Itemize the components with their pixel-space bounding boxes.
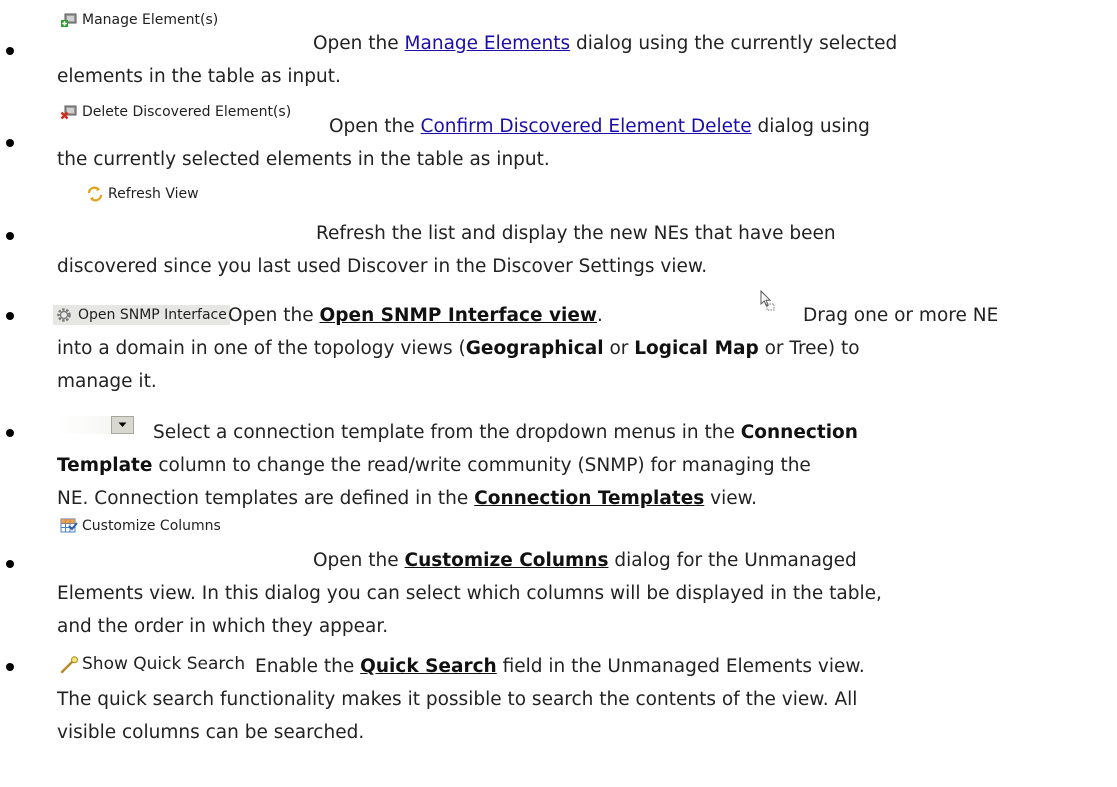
connection-term: Connection	[740, 422, 858, 443]
refresh-view-button[interactable]: Refresh View	[83, 184, 202, 204]
show-quick-search-button[interactable]: Show Quick Search	[57, 654, 248, 674]
show-quick-search-button-label: Show Quick Search	[82, 654, 246, 674]
text: Enable the	[255, 656, 361, 677]
gear-icon	[56, 307, 74, 323]
text: Drag one or more NE	[803, 305, 999, 326]
drag-cursor-icon	[759, 289, 777, 323]
dropdown-arrow-button[interactable]	[111, 416, 134, 434]
text: dialog using	[751, 116, 870, 137]
manage-element-icon	[60, 12, 78, 28]
text: The quick search functionality makes it …	[57, 689, 858, 710]
connection-templates-link[interactable]: Connection Templates	[474, 488, 704, 509]
bullet	[6, 560, 14, 568]
quick-search-link[interactable]: Quick Search	[360, 656, 497, 677]
text: Open the	[329, 116, 421, 137]
text: .	[596, 305, 603, 326]
text: Elements view. In this dialog you can se…	[57, 583, 882, 604]
bullet	[6, 312, 14, 320]
list-item: Manage Element(s) Open the Manage Elemen…	[0, 6, 1117, 87]
text: Select a connection template from the dr…	[153, 422, 741, 443]
customize-columns-link[interactable]: Customize Columns	[405, 550, 609, 571]
text: elements in the table as input.	[57, 66, 341, 87]
text: Open the	[313, 550, 405, 571]
bullet	[6, 47, 14, 55]
open-snmp-interface-view-link[interactable]: Open SNMP Interface view	[320, 305, 597, 326]
delete-discovered-elements-button[interactable]: Delete Discovered Element(s)	[57, 102, 294, 122]
text: or	[603, 338, 635, 359]
geographical-term: Geographical	[465, 338, 604, 359]
text: discovered since you last used Discover …	[57, 256, 708, 277]
text: or Tree) to	[758, 338, 860, 359]
bullet	[6, 232, 14, 240]
text: Refresh the list and display the new NEs…	[316, 223, 836, 244]
delete-discovered-elements-button-label: Delete Discovered Element(s)	[82, 104, 292, 120]
logical-map-term: Logical Map	[634, 338, 759, 359]
bullet	[6, 429, 14, 437]
text: and the order in which they appear.	[57, 616, 389, 637]
refresh-icon	[86, 186, 104, 202]
customize-columns-icon	[60, 518, 78, 534]
text: view.	[704, 488, 757, 509]
template-term: Template	[57, 455, 153, 476]
open-snmp-interface-button-label: Open SNMP Interface	[78, 307, 227, 323]
text: field in the Unmanaged Elements view.	[496, 656, 865, 677]
confirm-discovered-element-delete-link[interactable]: Confirm Discovered Element Delete	[421, 116, 752, 137]
connection-template-dropdown[interactable]	[57, 416, 134, 434]
text: the currently selected elements in the t…	[57, 149, 550, 170]
manage-elements-button-label: Manage Element(s)	[82, 12, 219, 28]
customize-columns-button[interactable]: Customize Columns	[57, 516, 224, 536]
manage-elements-link[interactable]: Manage Elements	[405, 33, 571, 54]
text: dialog for the Unmanaged	[608, 550, 857, 571]
text: Open the	[313, 33, 405, 54]
text: visible columns can be searched.	[57, 722, 365, 743]
text: column to change the read/write communit…	[152, 455, 811, 476]
delete-element-icon	[60, 104, 78, 120]
text: dialog using the currently selected	[570, 33, 898, 54]
customize-columns-button-label: Customize Columns	[82, 518, 221, 534]
text: Open the	[228, 305, 320, 326]
bullet	[6, 663, 14, 671]
chevron-down-icon	[118, 422, 127, 427]
open-snmp-interface-button[interactable]: Open SNMP Interface	[53, 305, 230, 325]
manage-elements-button[interactable]: Manage Element(s)	[57, 10, 221, 30]
refresh-view-button-label: Refresh View	[108, 186, 199, 202]
text: manage it.	[57, 371, 157, 392]
text: into a domain in one of the topology vie…	[57, 338, 466, 359]
bullet	[6, 139, 14, 147]
search-wand-icon	[60, 656, 78, 674]
text: NE. Connection templates are defined in …	[57, 488, 475, 509]
